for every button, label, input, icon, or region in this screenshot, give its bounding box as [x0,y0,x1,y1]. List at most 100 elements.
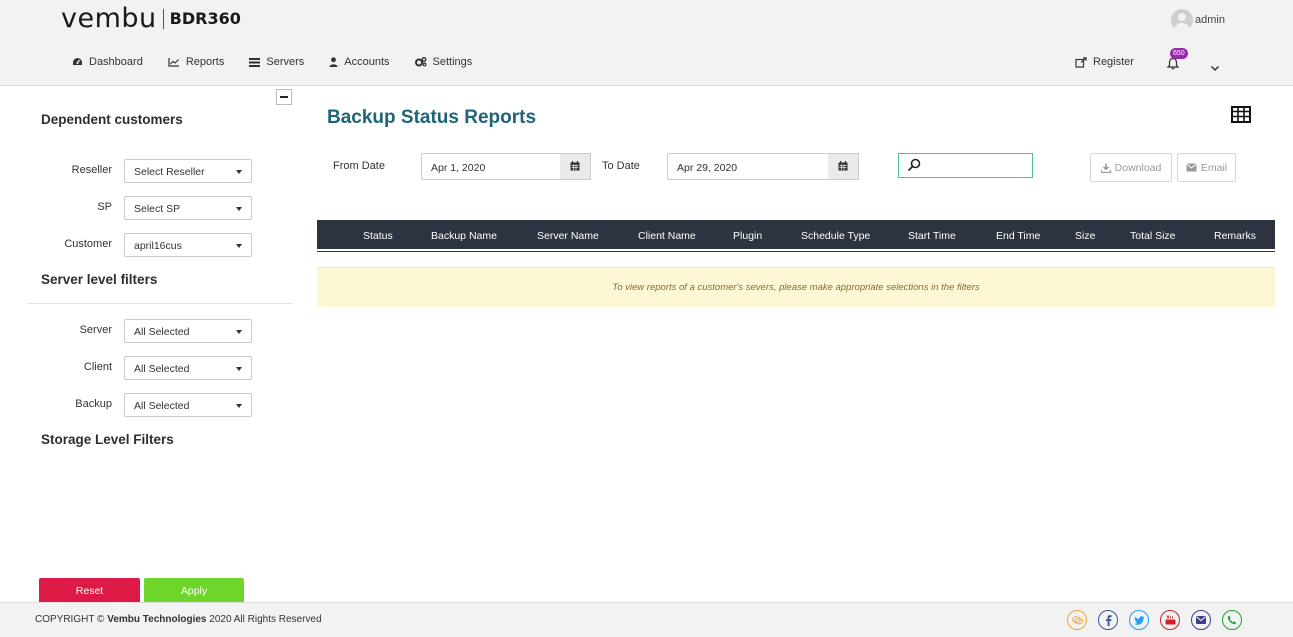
nav-accounts-label: Accounts [344,56,390,68]
logo-wordmark: vembu [61,3,157,34]
server-list-icon [249,57,261,67]
register-label: Register [1093,56,1134,68]
download-label: Download [1114,161,1162,174]
chat-icon[interactable] [1067,610,1087,630]
caret-down-icon [236,330,242,334]
to-date-calendar-button[interactable] [828,153,859,180]
phone-icon[interactable] [1222,610,1242,630]
server-select[interactable]: All Selected [124,319,252,343]
server-level-filters-heading: Server level filters [41,272,158,287]
column-header[interactable]: Start Time [908,230,956,242]
empty-state-notice: To view reports of a customer's severs, … [317,267,1275,307]
gears-icon [414,57,427,67]
nav-settings[interactable]: Settings [414,56,473,68]
client-value: All Selected [134,363,190,375]
twitter-icon[interactable] [1129,610,1149,630]
copyright-suffix: 2020 All Rights Reserved [209,614,322,625]
column-header[interactable]: Status [363,230,393,242]
to-date-label: To Date [602,160,640,172]
customer-value: april16cus [134,240,182,252]
column-header[interactable]: Schedule Type [801,230,870,242]
column-header[interactable]: Client Name [638,230,696,242]
caret-down-icon [236,404,242,408]
logo-product: BDR360 [169,9,241,28]
bell-icon[interactable] [1166,57,1180,75]
backup-filter: Backup All Selected [0,393,300,417]
sp-label: SP [97,201,112,213]
customer-filter: Customer april16cus [0,233,300,257]
email-label: Email [1200,161,1228,174]
caret-down-icon [236,367,242,371]
nav-accounts[interactable]: Accounts [329,56,390,68]
notification-badge[interactable]: 650 [1170,48,1188,59]
line-chart-icon [168,57,180,67]
caret-down-icon [236,207,242,211]
to-date-input[interactable]: Apr 29, 2020 [667,153,829,180]
server-filter: Server All Selected [0,319,300,343]
external-link-icon [1075,56,1087,68]
minus-icon [280,96,288,98]
user-icon [329,57,338,67]
facebook-icon[interactable] [1098,610,1118,630]
page-title: Backup Status Reports [327,107,537,128]
column-header[interactable]: Remarks [1214,230,1256,242]
chevron-down-icon[interactable] [1210,59,1220,77]
column-header[interactable]: Plugin [733,230,762,242]
nav-servers[interactable]: Servers [249,56,304,68]
column-header[interactable]: Backup Name [431,230,497,242]
backup-select[interactable]: All Selected [124,393,252,417]
avatar[interactable] [1171,9,1193,31]
download-icon [1100,163,1111,173]
customer-label: Customer [64,238,112,250]
table-view-icon[interactable] [1231,106,1251,128]
from-date-label: From Date [333,160,385,172]
reseller-label: Reseller [71,164,112,176]
column-header[interactable]: End Time [996,230,1040,242]
user-menu[interactable]: admin [1171,9,1225,31]
nav-dashboard[interactable]: Dashboard [72,56,143,68]
backup-label: Backup [75,398,112,410]
nav-reports-label: Reports [185,56,225,68]
server-label: Server [79,324,112,336]
client-select[interactable]: All Selected [124,356,252,380]
storage-level-filters-heading: Storage Level Filters [41,432,174,447]
calendar-icon [570,158,580,176]
copyright-prefix: COPYRIGHT © [35,614,105,625]
reseller-filter: Reseller Select Reseller [0,159,300,183]
collapse-sidebar-button[interactable] [276,89,292,105]
download-button[interactable]: Download [1090,153,1172,182]
reseller-select[interactable]: Select Reseller [124,159,252,183]
sp-value: Select SP [134,203,181,215]
envelope-icon [1186,163,1197,172]
report-table-header: Status Backup Name Server Name Client Na… [317,220,1275,252]
copyright-text: COPYRIGHT © Vembu Technologies 2020 All … [35,614,322,625]
customer-select[interactable]: april16cus [124,233,252,257]
top-header: vembu BDR360 admin Dashboard Reports Ser… [0,0,1293,86]
register-link[interactable]: Register [1075,56,1134,68]
youtube-icon[interactable] [1160,610,1180,630]
from-date-input[interactable]: Apr 1, 2020 [421,153,561,180]
column-header[interactable]: Total Size [1130,230,1176,242]
copyright-brand: Vembu Technologies [107,614,207,625]
client-label: Client [83,361,112,373]
backup-value: All Selected [134,400,190,412]
nav-reports[interactable]: Reports [168,56,225,68]
column-header[interactable]: Server Name [537,230,599,242]
vembu-logo[interactable]: vembu BDR360 [61,4,241,34]
sp-select[interactable]: Select SP [124,196,252,220]
client-filter: Client All Selected [0,356,300,380]
email-button[interactable]: Email [1177,153,1236,182]
footer: COPYRIGHT © Vembu Technologies 2020 All … [0,602,1293,637]
dependent-customers-heading: Dependent customers [41,112,183,127]
email-icon[interactable] [1191,610,1211,630]
apply-button[interactable]: Apply [144,578,244,604]
user-name[interactable]: admin [1195,14,1225,26]
reseller-value: Select Reseller [134,166,205,178]
sidebar-divider [27,303,293,304]
column-header[interactable]: Size [1075,230,1095,242]
reset-button[interactable]: Reset [39,578,140,604]
from-date-calendar-button[interactable] [560,153,591,180]
caret-down-icon [236,244,242,248]
search-input[interactable] [898,153,1033,178]
nav-settings-label: Settings [432,56,473,68]
